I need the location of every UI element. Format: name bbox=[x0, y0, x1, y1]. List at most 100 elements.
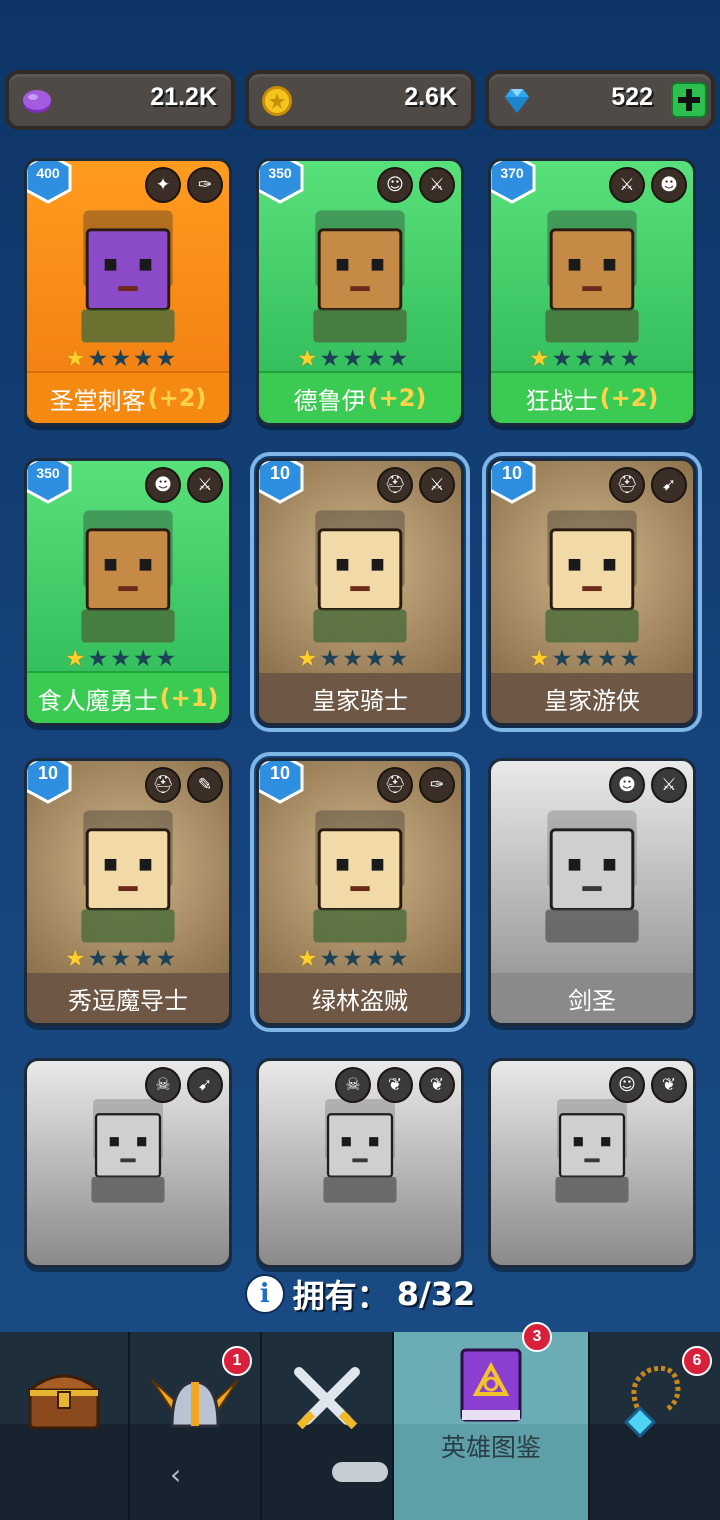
star-icon: ★ bbox=[297, 346, 318, 372]
hero-type-icons: ☺ ⚔ bbox=[377, 167, 455, 203]
star-icon: ★ bbox=[364, 346, 386, 372]
star-icon: ★ bbox=[65, 946, 86, 972]
star-icon: ★ bbox=[65, 346, 86, 372]
sword-icon: ⚔ bbox=[419, 167, 455, 203]
star-icon: ★ bbox=[342, 346, 363, 372]
level-value: 350 bbox=[268, 165, 292, 181]
hero-name-strip: 绿林盗贼 bbox=[259, 973, 461, 1023]
hero-card[interactable]: 400 ✦ ✑ ★ ★ ★ ★ ★ 圣堂刺客 (+2) bbox=[24, 158, 232, 426]
orc-face-icon: ☻ bbox=[145, 467, 181, 503]
hero-name: 剑圣 bbox=[568, 986, 616, 1015]
hero-card[interactable]: ☠ ➹ bbox=[24, 1058, 232, 1268]
diamond-icon bbox=[505, 89, 529, 113]
amulet-icon bbox=[623, 1365, 681, 1438]
dagger-icon: ✑ bbox=[187, 167, 223, 203]
star-icon: ★ bbox=[551, 646, 573, 672]
level-value: 10 bbox=[269, 463, 291, 483]
orc-face-icon: ☻ bbox=[651, 167, 687, 203]
hero-type-icons: ⚔ ☻ bbox=[609, 167, 687, 203]
hero-name-strip: 狂战士 (+2) bbox=[491, 371, 693, 423]
hero-name: 德鲁伊 bbox=[293, 386, 366, 415]
add-diamonds-button[interactable] bbox=[671, 82, 707, 118]
sword-icon: ⚔ bbox=[651, 767, 687, 803]
hero-bonus: (+2) bbox=[367, 384, 427, 412]
star-icon: ★ bbox=[387, 346, 409, 372]
star-icon: ★ bbox=[364, 646, 386, 672]
owned-counter: i 拥有： 8/32 bbox=[0, 1270, 720, 1318]
owned-label: 拥有： bbox=[292, 1277, 389, 1315]
hero-card[interactable]: 10 ⛑ ✑ ★ ★ ★ ★ ★ 绿林盗贼 bbox=[250, 752, 470, 1032]
hero-card[interactable]: ☺ ❦ bbox=[488, 1058, 696, 1268]
star-icon: ★ bbox=[319, 946, 341, 972]
amulet-badge: 6 bbox=[682, 1346, 712, 1376]
star-icon: ★ bbox=[574, 646, 595, 672]
system-back-button[interactable]: ‹ bbox=[170, 1458, 181, 1491]
nav-item-hero-guide[interactable]: 英雄图鉴 3 bbox=[394, 1322, 590, 1520]
nav-item-battle[interactable] bbox=[262, 1332, 394, 1520]
star-icon: ★ bbox=[619, 646, 641, 672]
star-icon: ★ bbox=[574, 346, 595, 372]
level-badge: 10 bbox=[259, 461, 307, 505]
hero-name: 皇家游侠 bbox=[544, 686, 640, 715]
hero-card[interactable]: 10 ⛑ ✎ ★ ★ ★ ★ ★ 秀逗魔导士 bbox=[24, 758, 232, 1026]
level-badge: 10 bbox=[259, 761, 307, 805]
hero-name-strip: 食人魔勇士 (+1) bbox=[27, 671, 229, 723]
level-badge: 400 bbox=[27, 161, 75, 205]
level-badge: 10 bbox=[27, 761, 75, 805]
hero-card[interactable]: ☠ ❦ ❦ bbox=[256, 1058, 464, 1268]
hero-type-icons: ⛑ ✑ bbox=[377, 767, 455, 803]
level-value: 10 bbox=[501, 463, 523, 483]
helmet-icon: ⛑ bbox=[609, 467, 645, 503]
wings-icon: ✦ bbox=[145, 167, 181, 203]
bow-icon: ➹ bbox=[187, 1067, 223, 1103]
system-home-button[interactable] bbox=[332, 1462, 388, 1482]
star-rating: ★ ★ ★ ★ ★ bbox=[297, 647, 408, 671]
nav-item-amulet[interactable]: 6 bbox=[590, 1332, 720, 1520]
skull-icon: ☠ bbox=[145, 1067, 181, 1103]
hero-bonus: (+2) bbox=[599, 384, 659, 412]
star-icon: ★ bbox=[155, 646, 177, 672]
purple-gem-icon bbox=[23, 90, 51, 113]
hero-name-strip: 德鲁伊 (+2) bbox=[259, 371, 461, 423]
dragon-icon: ❦ bbox=[651, 1067, 687, 1103]
dragon-icon: ❦ bbox=[377, 1067, 413, 1103]
hero-card[interactable]: 10 ⛑ ➹ ★ ★ ★ ★ ★ 皇家游侠 bbox=[482, 452, 702, 732]
star-icon: ★ bbox=[65, 646, 86, 672]
hero-bonus: (+2) bbox=[147, 384, 207, 412]
heroes-badge: 1 bbox=[222, 1346, 252, 1376]
hero-type-icons: ☻ ⚔ bbox=[609, 767, 687, 803]
bow-icon: ➹ bbox=[651, 467, 687, 503]
nav-item-chest[interactable] bbox=[0, 1332, 130, 1520]
level-value: 350 bbox=[36, 465, 60, 481]
level-value: 10 bbox=[269, 763, 291, 783]
level-badge: 10 bbox=[491, 461, 539, 505]
hero-card[interactable]: 370 ⚔ ☻ ★ ★ ★ ★ ★ 狂战士 (+2) bbox=[488, 158, 696, 426]
hero-name: 狂战士 bbox=[525, 386, 598, 415]
nav-item-heroes[interactable]: 1 bbox=[130, 1332, 262, 1520]
hero-card[interactable]: 350 ☻ ⚔ ★ ★ ★ ★ ★ 食人魔勇士 (+1) bbox=[24, 458, 232, 726]
star-icon: ★ bbox=[87, 346, 109, 372]
gold-coin-counter: 2.6K bbox=[245, 70, 475, 130]
hero-name: 圣堂刺客 bbox=[49, 386, 146, 415]
hero-name-strip: 皇家游侠 bbox=[491, 673, 693, 723]
hero-card[interactable]: 350 ☺ ⚔ ★ ★ ★ ★ ★ 德鲁伊 (+2) bbox=[256, 158, 464, 426]
hero-card[interactable]: ☻ ⚔ 剑圣 bbox=[488, 758, 696, 1026]
star-icon: ★ bbox=[342, 946, 363, 972]
bottom-nav: 1 英雄图鉴 3 6 bbox=[0, 1322, 720, 1520]
star-icon: ★ bbox=[110, 346, 131, 372]
hero-type-icons: ⛑ ⚔ bbox=[377, 467, 455, 503]
diamond-counter: 522 bbox=[485, 70, 715, 130]
level-value: 10 bbox=[37, 763, 59, 783]
hero-guide-badge: 3 bbox=[522, 1322, 552, 1352]
star-icon: ★ bbox=[319, 346, 341, 372]
info-icon[interactable]: i bbox=[244, 1274, 285, 1314]
skull-icon: ☠ bbox=[335, 1067, 371, 1103]
star-rating: ★ ★ ★ ★ ★ bbox=[297, 947, 408, 971]
star-icon: ★ bbox=[87, 646, 109, 672]
sword-icon: ⚔ bbox=[419, 467, 455, 503]
hero-guide-label: 英雄图鉴 bbox=[440, 1433, 541, 1462]
hero-card[interactable]: 10 ⛑ ⚔ ★ ★ ★ ★ ★ 皇家骑士 bbox=[250, 452, 470, 732]
star-icon: ★ bbox=[297, 646, 318, 672]
hero-bonus: (+1) bbox=[159, 684, 219, 712]
star-icon: ★ bbox=[110, 946, 131, 972]
